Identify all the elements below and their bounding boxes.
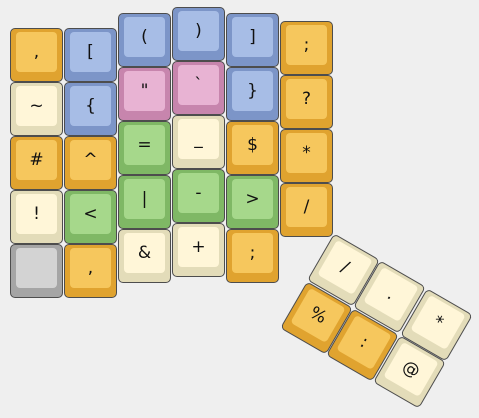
key[interactable]: ~: [10, 82, 63, 136]
key[interactable]: }: [226, 67, 279, 121]
key[interactable]: ^: [64, 136, 117, 190]
key-label: [: [87, 41, 94, 62]
keyboard-layout: , [ ()]; ~ { " `}? # ^ = _ $ *! < | - > /, & +; /. *%: @: [0, 0, 479, 418]
key-cap: -: [178, 173, 219, 213]
key-cap: <: [70, 194, 111, 234]
key-cap: #: [16, 140, 57, 180]
key[interactable]: ": [118, 67, 171, 121]
key[interactable]: ;: [226, 229, 279, 283]
key-cap: |: [124, 179, 165, 219]
key[interactable]: =: [118, 121, 171, 175]
key[interactable]: [: [64, 28, 117, 82]
key-cap: ?: [286, 79, 327, 119]
key-cap: ): [178, 11, 219, 51]
key[interactable]: !: [10, 190, 63, 244]
key-label: ;: [303, 34, 310, 55]
key-label: =: [137, 134, 152, 155]
key-label: (: [141, 26, 148, 47]
key-label: /: [337, 256, 353, 278]
key-label: @: [398, 356, 424, 382]
key-cap: >: [232, 179, 273, 219]
key-label: *: [429, 311, 447, 333]
key-label: `: [194, 74, 203, 95]
key-label: -: [195, 182, 202, 203]
key[interactable]: {: [64, 82, 117, 136]
key[interactable]: `: [172, 61, 225, 115]
key-label: +: [191, 236, 206, 257]
key-cap: $: [232, 125, 273, 165]
key-label: &: [137, 242, 152, 263]
key[interactable]: <: [64, 190, 117, 244]
key-cap: [16, 248, 57, 288]
key-cap: =: [124, 125, 165, 165]
key-label: |: [141, 188, 148, 209]
key-cap: /: [286, 187, 327, 227]
key-label: ,: [33, 41, 40, 62]
key[interactable]: #: [10, 136, 63, 190]
key-label: $: [247, 134, 258, 155]
key-cap: ]: [232, 17, 273, 57]
key-label: ?: [301, 88, 312, 109]
key[interactable]: >: [226, 175, 279, 229]
key[interactable]: &: [118, 229, 171, 283]
key-label: {: [85, 95, 96, 116]
key-label: }: [247, 80, 258, 101]
key[interactable]: |: [118, 175, 171, 229]
key-cap: ,: [16, 32, 57, 72]
key-cap: *: [286, 133, 327, 173]
key-label: %: [306, 302, 331, 328]
key-cap: }: [232, 71, 273, 111]
key[interactable]: ,: [10, 28, 63, 82]
key-label: ^: [83, 149, 98, 170]
key[interactable]: *: [280, 129, 333, 183]
key-label: <: [83, 203, 98, 224]
key-cap: !: [16, 194, 57, 234]
key-label: :: [356, 331, 372, 353]
key-label: .: [383, 283, 399, 304]
key-label: ]: [249, 26, 256, 47]
key-label: ": [140, 80, 149, 101]
key[interactable]: $: [226, 121, 279, 175]
key-cap: &: [124, 233, 165, 273]
key-label: ~: [29, 95, 44, 116]
key-label: _: [194, 128, 203, 149]
key-cap: {: [70, 86, 111, 126]
key[interactable]: ): [172, 7, 225, 61]
key-cap: [: [70, 32, 111, 72]
key-label: >: [245, 188, 260, 209]
key-label: ,: [87, 257, 94, 278]
key-cap: ,: [70, 248, 111, 288]
key[interactable]: -: [172, 169, 225, 223]
key-cap: ^: [70, 140, 111, 180]
key-cap: *: [410, 294, 466, 350]
key[interactable]: ?: [280, 75, 333, 129]
key-label: *: [302, 142, 311, 163]
key-label: ): [195, 20, 202, 41]
key[interactable]: /: [280, 183, 333, 237]
key[interactable]: ;: [280, 21, 333, 75]
key-cap: (: [124, 17, 165, 57]
key-label: #: [29, 149, 44, 170]
key-cap: +: [178, 227, 219, 267]
key[interactable]: +: [172, 223, 225, 277]
key[interactable]: [10, 244, 63, 298]
key[interactable]: _: [172, 115, 225, 169]
key[interactable]: ,: [64, 244, 117, 298]
key-cap: ;: [286, 25, 327, 65]
key-label: /: [303, 196, 310, 217]
key-label: !: [33, 203, 40, 224]
key[interactable]: ]: [226, 13, 279, 67]
key-cap: ": [124, 71, 165, 111]
key[interactable]: (: [118, 13, 171, 67]
key-cap: _: [178, 119, 219, 159]
key-cap: ~: [16, 86, 57, 126]
key-label: ;: [249, 242, 256, 263]
key-cap: ;: [232, 233, 273, 273]
key-cap: `: [178, 65, 219, 105]
key-cap: .: [363, 266, 419, 322]
